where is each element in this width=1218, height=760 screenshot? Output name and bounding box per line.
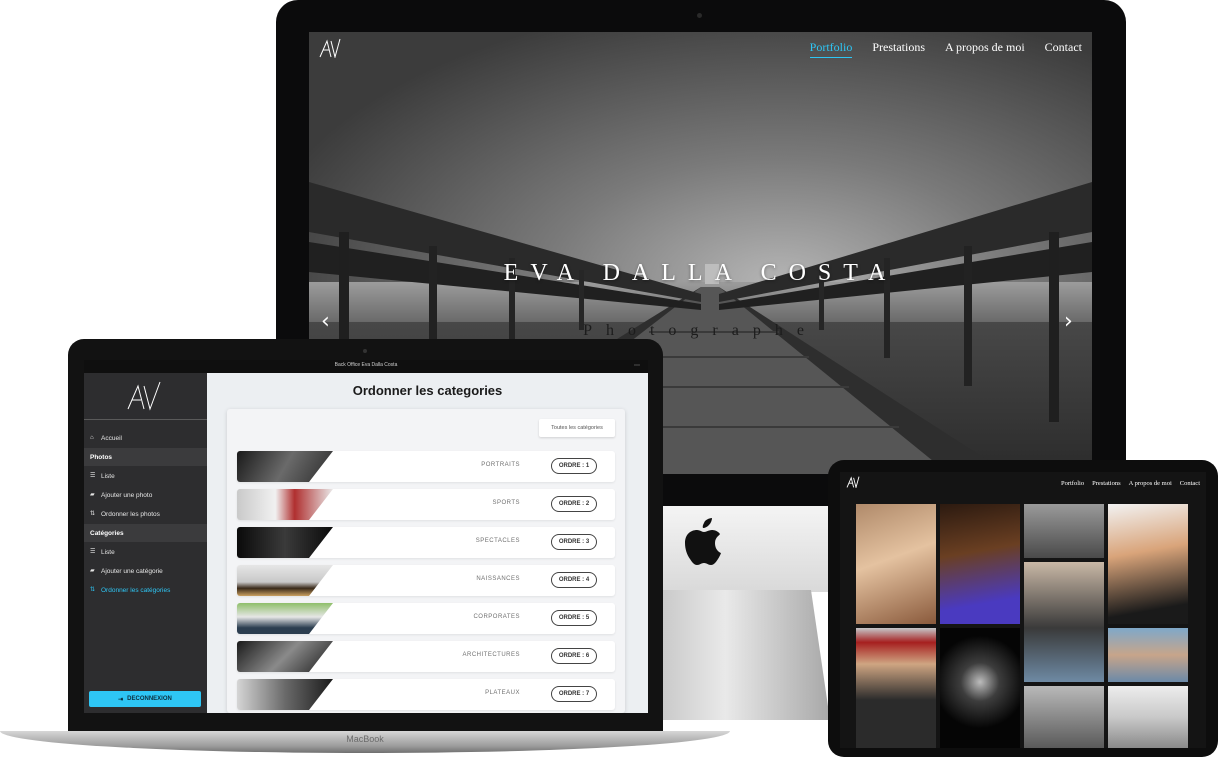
sidebar-section-categories: Catégories	[84, 524, 207, 542]
sidebar-item-order-photos[interactable]: ⇅ Ordonner les photos	[84, 505, 207, 523]
backoffice-sidebar: ⌂ Accueil Photos ☰ Liste ▰ Ajouter une p…	[84, 373, 207, 713]
table-row[interactable]: SPORTS ORDRE : 2	[237, 489, 615, 520]
gallery-photo[interactable]	[940, 628, 1020, 748]
ipad-nav: Portfolio Prestations A propos de moi Co…	[1061, 480, 1200, 487]
macbook-label: MacBook	[346, 734, 384, 744]
macbook-screen: ⌂ Accueil Photos ☰ Liste ▰ Ajouter une p…	[84, 373, 648, 713]
logout-icon: ⇥	[118, 696, 124, 703]
sidebar-item-label: Accueil	[101, 434, 122, 442]
sidebar-item-label: Ordonner les photos	[101, 510, 160, 518]
sidebar-logo-area	[84, 373, 207, 420]
backoffice-logo-icon	[127, 381, 161, 411]
sidebar-item-order-categories[interactable]: ⇅ Ordonner les catégories	[84, 581, 207, 599]
category-thumbnail	[237, 565, 333, 596]
sidebar-item-label: Ajouter une catégorie	[101, 567, 163, 575]
order-badge[interactable]: ORDRE : 4	[551, 572, 597, 588]
list-icon: ☰	[90, 473, 96, 479]
category-name: PORTRAITS	[481, 462, 520, 468]
backoffice-main: Ordonner les categories Toutes les catég…	[207, 373, 648, 713]
macbook-camera	[363, 349, 367, 353]
logout-label: DECONNEXION	[127, 696, 172, 702]
order-badge[interactable]: ORDRE : 6	[551, 648, 597, 664]
category-thumbnail	[237, 641, 333, 672]
gallery-photo[interactable]	[1108, 504, 1188, 624]
sidebar-item-label: Liste	[101, 548, 115, 556]
table-row[interactable]: CORPORATES ORDRE : 5	[237, 603, 615, 634]
sidebar-item-home[interactable]: ⌂ Accueil	[84, 429, 207, 447]
gallery-photo[interactable]	[940, 504, 1020, 624]
gallery-photo[interactable]	[1024, 686, 1104, 748]
category-thumbnail	[237, 679, 333, 710]
carousel-next-icon[interactable]: ›	[1064, 311, 1082, 333]
table-row[interactable]: ARCHITECTURES ORDRE : 6	[237, 641, 615, 672]
category-thumbnail	[237, 451, 333, 482]
device-mockup-stage: Portfolio Prestations A propos de moi Co…	[0, 0, 1218, 760]
imac-camera	[697, 13, 702, 18]
categories-panel: Toutes les catégories PORTRAITS ORDRE : …	[227, 409, 625, 713]
sort-icon: ⇅	[90, 587, 96, 593]
sort-icon: ⇅	[90, 511, 96, 517]
gallery-photo[interactable]	[1024, 504, 1104, 558]
order-badge[interactable]: ORDRE : 7	[551, 686, 597, 702]
apple-logo-icon	[685, 518, 721, 565]
category-name: ARCHITECTURES	[462, 652, 520, 658]
ipad-nav-contact[interactable]: Contact	[1180, 480, 1200, 487]
category-name: SPORTS	[492, 500, 520, 506]
category-name: NAISSANCES	[476, 576, 520, 582]
macbook-titlebar: Back Office Eva Dalla Costa ⋯	[84, 360, 648, 373]
window-menu-icon[interactable]: ⋯	[634, 362, 640, 369]
sidebar-item-label: Ordonner les catégories	[101, 586, 171, 594]
category-name: SPECTACLES	[475, 538, 520, 544]
site-nav: Portfolio Prestations A propos de moi Co…	[809, 40, 1082, 58]
ipad-nav-about[interactable]: A propos de moi	[1129, 480, 1172, 487]
hero-subtitle: Photographe	[583, 322, 818, 339]
nav-about[interactable]: A propos de moi	[945, 40, 1025, 58]
page-title: Ordonner les categories	[352, 383, 503, 398]
gallery-photo[interactable]	[1024, 562, 1104, 682]
category-name: PLATEAUX	[485, 690, 520, 696]
order-badge[interactable]: ORDRE : 2	[551, 496, 597, 512]
sidebar-item-label: Liste	[101, 472, 115, 480]
sidebar-item-photo-list[interactable]: ☰ Liste	[84, 467, 207, 485]
logout-button[interactable]: ⇥ DECONNEXION	[89, 691, 201, 707]
imac-stand	[640, 590, 830, 720]
order-badge[interactable]: ORDRE : 5	[551, 610, 597, 626]
table-row[interactable]: PORTRAITS ORDRE : 1	[237, 451, 615, 482]
order-badge[interactable]: ORDRE : 3	[551, 534, 597, 550]
folder-plus-icon: ▰	[90, 568, 95, 574]
table-row[interactable]: PLATEAUX ORDRE : 7	[237, 679, 615, 710]
home-icon: ⌂	[90, 435, 94, 441]
sidebar-item-label: Ajouter une photo	[101, 491, 153, 499]
ipad-screen: Portfolio Prestations A propos de moi Co…	[840, 472, 1206, 748]
ipad-logo-icon	[846, 476, 860, 488]
nav-prestations[interactable]: Prestations	[872, 40, 925, 58]
sidebar-item-add-category[interactable]: ▰ Ajouter une catégorie	[84, 562, 207, 580]
table-row[interactable]: SPECTACLES ORDRE : 3	[237, 527, 615, 558]
nav-portfolio[interactable]: Portfolio	[809, 40, 853, 58]
ipad-nav-prestations[interactable]: Prestations	[1092, 480, 1121, 487]
category-filter-button[interactable]: Toutes les catégories	[539, 419, 615, 437]
nav-contact[interactable]: Contact	[1045, 40, 1082, 58]
category-name: CORPORATES	[473, 614, 520, 620]
category-thumbnail	[237, 489, 333, 520]
sidebar-section-photos: Photos	[84, 448, 207, 466]
list-icon: ☰	[90, 549, 96, 555]
sidebar-item-category-list[interactable]: ☰ Liste	[84, 543, 207, 561]
carousel-prev-icon[interactable]: ‹	[321, 311, 339, 333]
table-row[interactable]: NAISSANCES ORDRE : 4	[237, 565, 615, 596]
gallery-photo[interactable]	[856, 504, 936, 624]
window-title: Back Office Eva Dalla Costa	[334, 362, 398, 368]
gallery-photo[interactable]	[856, 628, 936, 748]
sidebar-item-add-photo[interactable]: ▰ Ajouter une photo	[84, 486, 207, 504]
ipad-nav-portfolio[interactable]: Portfolio	[1061, 480, 1084, 487]
order-badge[interactable]: ORDRE : 1	[551, 458, 597, 474]
category-thumbnail	[237, 603, 333, 634]
category-thumbnail	[237, 527, 333, 558]
gallery-photo[interactable]	[1108, 686, 1188, 748]
hero-title: EVA DALLA COSTA	[503, 260, 898, 286]
gallery-photo[interactable]	[1108, 628, 1188, 682]
folder-plus-icon: ▰	[90, 492, 95, 498]
site-logo-icon	[319, 38, 341, 58]
